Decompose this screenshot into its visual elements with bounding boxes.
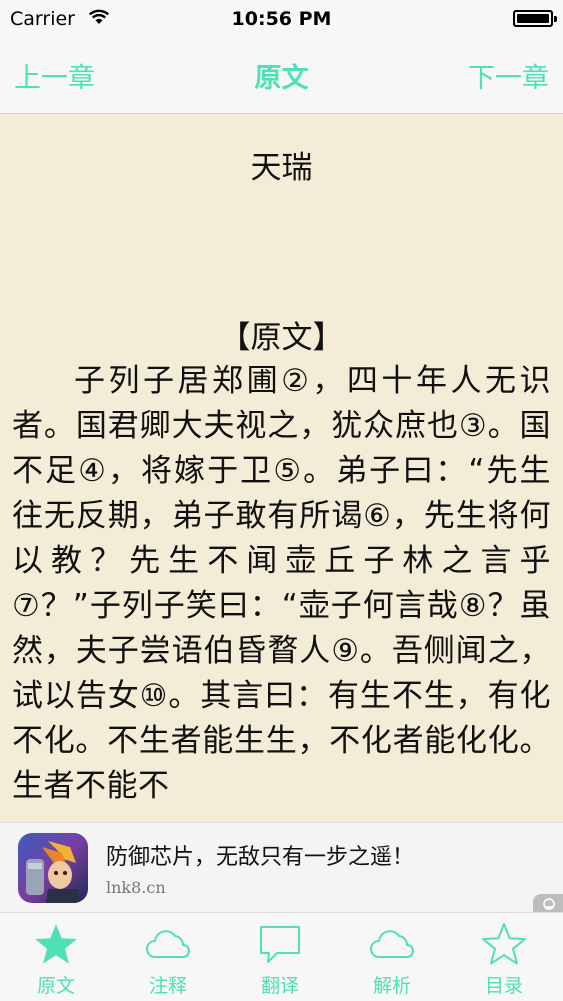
- speech-bubble-icon: [260, 926, 300, 963]
- ad-title[interactable]: 防御芯片，无敌只有一步之遥！: [106, 839, 414, 871]
- star-filled-icon: [35, 924, 77, 964]
- battery-icon: [513, 10, 557, 27]
- cloud-icon: [146, 930, 190, 958]
- ad-app-icon[interactable]: [18, 833, 88, 903]
- cloud-icon: [370, 930, 414, 958]
- tab-analysis[interactable]: 解析: [336, 913, 448, 1001]
- tab-label: 原文: [36, 975, 75, 997]
- ad-banner[interactable]: 防御芯片，无敌只有一步之遥！ lnk8.cn: [0, 822, 563, 912]
- tab-label: 注释: [148, 975, 187, 997]
- nav-bar: 上一章 原文 下一章: [0, 38, 563, 114]
- tab-label: 目录: [484, 975, 523, 997]
- body-text: 子列子居郑圃②，四十年人无识者。国君卿大夫视之，犹众庶也③。国不足④，将嫁于卫⑤…: [12, 363, 551, 804]
- tab-contents[interactable]: 目录: [448, 913, 560, 1001]
- tab-translation[interactable]: 翻译: [224, 913, 336, 1001]
- ad-url: lnk8.cn: [106, 878, 166, 897]
- clock: 10:56 PM: [231, 8, 332, 30]
- ad-badge-icon: [533, 894, 563, 912]
- chapter-title: 天瑞: [250, 150, 313, 186]
- next-chapter-button[interactable]: 下一章: [468, 56, 549, 95]
- star-outline-icon: [482, 923, 526, 965]
- tab-notes[interactable]: 注释: [112, 913, 224, 1001]
- status-bar: Carrier 10:56 PM: [0, 0, 563, 38]
- tab-bar: 原文 注释 翻译 解析 目录: [0, 912, 563, 1001]
- tab-original[interactable]: 原文: [0, 913, 112, 1001]
- tab-label: 解析: [372, 975, 411, 997]
- tab-label: 翻译: [260, 975, 299, 997]
- section-label: 【原文】: [219, 320, 344, 356]
